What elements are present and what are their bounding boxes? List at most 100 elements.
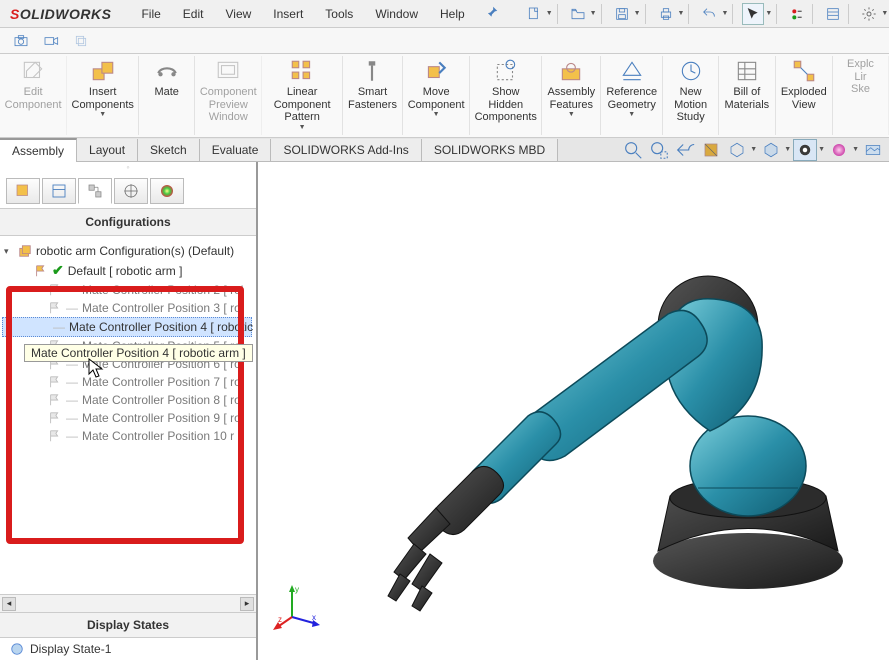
config-label: Mate Controller Position 8 [ rol [82,393,243,407]
settings-gear-button[interactable] [858,3,880,25]
ribbon-exploded-line-sketch[interactable]: ExplcLirSke [833,56,889,135]
ribbon-bill-of-materials[interactable]: Bill ofMaterials [719,56,775,135]
ribbon-label: Mate [154,86,178,99]
scroll-right-button[interactable]: ▸ [240,597,254,611]
ribbon-component-preview-window[interactable]: ComponentPreviewWindow [195,56,262,135]
save-button[interactable] [611,3,633,25]
ribbon-insert-components[interactable]: InsertComponents ▼ [67,56,139,135]
panel-tab-display-manager[interactable] [150,178,184,204]
flag-icon [48,393,62,407]
dropdown-arrow-icon[interactable]: ▼ [818,146,825,153]
tree-horizontal-scrollbar[interactable]: ◂ ▸ [0,594,256,612]
copy-image-button[interactable] [70,30,92,52]
scroll-left-button[interactable]: ◂ [2,597,16,611]
dropdown-arrow-icon[interactable]: ▼ [433,111,440,118]
robotic-arm-model [318,156,858,636]
dropdown-arrow-icon[interactable]: ▼ [881,10,888,17]
dropdown-arrow-icon[interactable]: ▼ [628,111,635,118]
active-check-icon: ✔ [52,262,64,279]
config-row-8[interactable]: — Mate Controller Position 8 [ rol [2,391,252,409]
record-video-button[interactable] [40,30,62,52]
ribbon-label: InsertComponents [72,86,134,111]
ribbon-reference-geometry[interactable]: ReferenceGeometry ▼ [601,56,663,135]
feature-manager-panel: ◦ Configurations ▾ robotic arm Configura… [0,162,258,660]
quick-access-toolbar [0,28,889,54]
dropdown-arrow-icon[interactable]: ▼ [784,146,791,153]
menu-help[interactable]: Help [430,3,475,25]
display-state-row[interactable]: Display State-1 [0,638,256,660]
config-label: Mate Controller Position 9 [ rol [82,411,243,425]
ribbon-label: ExplodedView [781,86,827,111]
menu-view[interactable]: View [215,3,261,25]
menu-window[interactable]: Window [365,3,428,25]
ribbon-edit-component[interactable]: EditComponent [0,56,67,135]
config-label: Mate Controller Position 3 [ rol [82,301,243,315]
open-document-button[interactable] [567,3,589,25]
panel-tab-assembly-tree[interactable] [6,178,40,204]
undo-button[interactable] [698,3,720,25]
config-row-2[interactable]: — Mate Controller Position 2 [ rol [2,281,252,299]
ribbon-linear-pattern[interactable]: Linear ComponentPattern ▼ [262,56,343,135]
ribbon-label: ComponentPreviewWindow [200,86,257,124]
dropdown-arrow-icon[interactable]: ▼ [765,10,772,17]
dropdown-arrow-icon[interactable]: ▼ [678,10,685,17]
menu-edit[interactable]: Edit [173,3,214,25]
collapse-icon[interactable]: ▾ [4,246,14,257]
dropdown-arrow-icon[interactable]: ▼ [634,10,641,17]
config-default-row[interactable]: ✔ Default [ robotic arm ] [2,260,252,281]
panel-tab-property-manager[interactable] [42,178,76,204]
dropdown-arrow-icon[interactable]: ▼ [750,146,757,153]
main-menu: File Edit View Insert Tools Window Help [131,3,474,25]
rebuild-button[interactable] [786,3,808,25]
config-root-row[interactable]: ▾ robotic arm Configuration(s) (Default) [2,242,252,260]
dropdown-arrow-icon[interactable]: ▼ [99,111,106,118]
ribbon-label: EditComponent [5,86,62,111]
tab-assembly[interactable]: Assembly [0,138,77,162]
panel-tab-dimxpert[interactable] [114,178,148,204]
ribbon-new-motion-study[interactable]: NewMotionStudy [663,56,719,135]
command-ribbon: EditComponent InsertComponents ▼ Mate Co… [0,54,889,138]
config-label: Mate Controller Position 10 r [82,429,234,443]
options-list-button[interactable] [822,3,844,25]
flag-icon [48,411,62,425]
ribbon-assembly-features[interactable]: AssemblyFeatures ▼ [542,56,601,135]
dropdown-arrow-icon[interactable]: ▼ [546,10,553,17]
screen-capture-button[interactable] [10,30,32,52]
menu-tools[interactable]: Tools [315,3,363,25]
menu-insert[interactable]: Insert [263,3,313,25]
dropdown-arrow-icon[interactable]: ▼ [299,124,306,131]
flag-icon [48,375,62,389]
tab-evaluate[interactable]: Evaluate [200,139,272,161]
print-button[interactable] [655,3,677,25]
mouse-cursor-icon [88,358,104,378]
config-row-7[interactable]: — Mate Controller Position 7 [ rol [2,373,252,391]
apply-scene-button[interactable] [861,139,885,161]
dropdown-arrow-icon[interactable]: ▼ [721,10,728,17]
ribbon-label: AssemblyFeatures [547,86,595,111]
config-row-3[interactable]: — Mate Controller Position 3 [ rol [2,299,252,317]
ribbon-exploded-view[interactable]: ExplodedView [776,56,833,135]
dropdown-arrow-icon[interactable]: ▼ [852,146,859,153]
pin-menu-icon[interactable] [485,5,499,22]
config-row-4[interactable]: — Mate Controller Position 4 [ robotic a… [2,317,252,337]
ribbon-label: ShowHiddenComponents [475,86,537,124]
graphics-viewport[interactable]: y x z [258,162,889,660]
ribbon-smart-fasteners[interactable]: SmartFasteners [343,56,403,135]
ribbon-move-component[interactable]: MoveComponent ▼ [403,56,470,135]
ribbon-mate[interactable]: Mate [139,56,195,135]
tab-sketch[interactable]: Sketch [138,139,200,161]
new-document-button[interactable] [523,3,545,25]
ribbon-label: NewMotionStudy [674,86,707,124]
select-tool-button[interactable] [742,3,764,25]
flag-icon [34,264,48,278]
menu-file[interactable]: File [131,3,170,25]
panel-tab-configuration-manager[interactable] [78,178,112,204]
main-area: ◦ Configurations ▾ robotic arm Configura… [0,162,889,660]
config-row-9[interactable]: — Mate Controller Position 9 [ rol [2,409,252,427]
dropdown-arrow-icon[interactable]: ▼ [590,10,597,17]
ribbon-show-hidden-components[interactable]: ShowHiddenComponents [470,56,542,135]
config-row-10[interactable]: — Mate Controller Position 10 r [2,427,252,445]
dropdown-arrow-icon[interactable]: ▼ [568,111,575,118]
standard-toolbar: ▼ ▼ ▼ ▼ ▼ ▼ ▼ robot [523,3,889,25]
tab-layout[interactable]: Layout [77,139,138,161]
